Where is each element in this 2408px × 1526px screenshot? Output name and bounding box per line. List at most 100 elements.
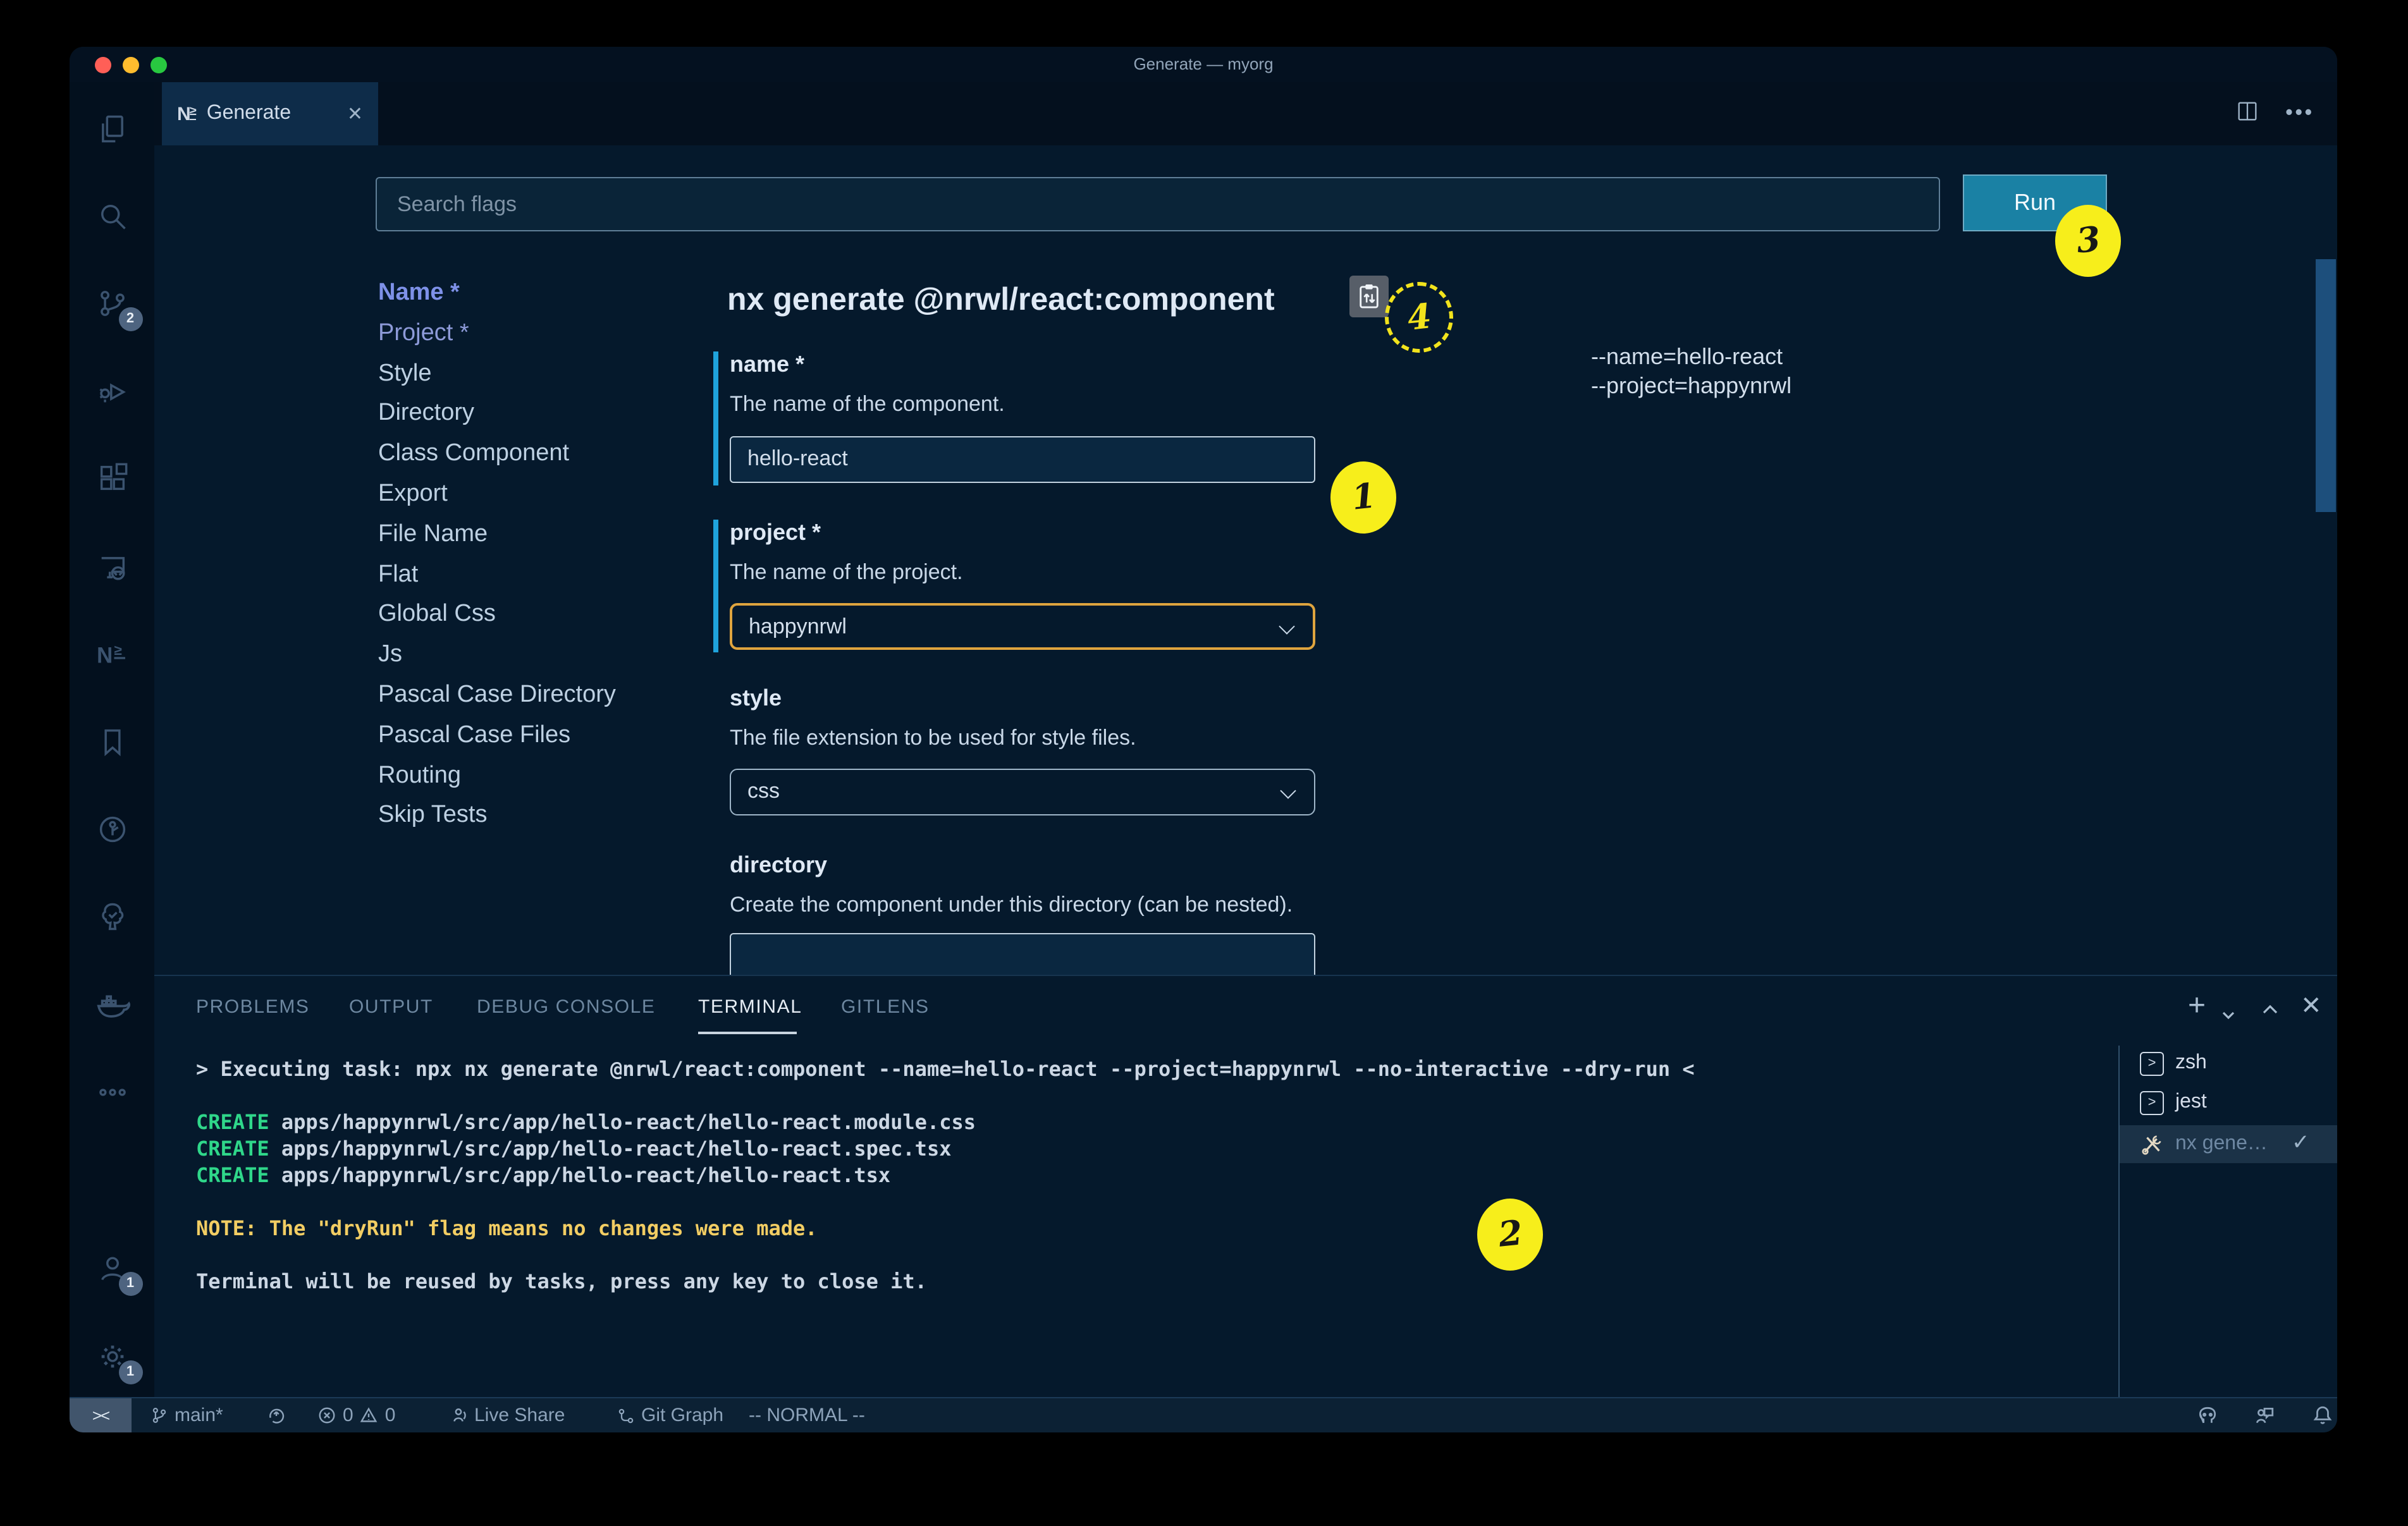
- project-label: project *: [730, 520, 1318, 546]
- git-branch-item[interactable]: main*: [150, 1398, 223, 1432]
- field-list-item[interactable]: Export: [378, 480, 616, 521]
- nx-tab-icon: N≥: [177, 103, 197, 125]
- field-list-item[interactable]: Directory: [378, 400, 616, 441]
- tab-gitlens[interactable]: GITLENS: [841, 996, 930, 1018]
- tab-close-icon[interactable]: ✕: [347, 102, 363, 125]
- command-flags-preview: --name=hello-react--project=happynrwl: [1591, 343, 1791, 401]
- annotation-3: 3: [2055, 205, 2121, 277]
- required-bar-name: [713, 351, 718, 485]
- search-flags-input[interactable]: [376, 177, 1940, 231]
- vim-mode-indicator: -- NORMAL --: [749, 1398, 865, 1432]
- field-list-item[interactable]: Routing: [378, 762, 616, 802]
- field-list-item[interactable]: Class Component: [378, 440, 616, 480]
- project-select[interactable]: happynrwl: [730, 603, 1315, 650]
- tools-icon: [2140, 1132, 2164, 1156]
- terminal-output: > Executing task: npx nx generate @nrwl/…: [196, 1056, 1695, 1295]
- field-directory: directory Create the component under thi…: [730, 852, 1318, 879]
- tab-label: Generate: [207, 102, 291, 125]
- tab-problems[interactable]: PROBLEMS: [196, 996, 310, 1018]
- octoface-icon[interactable]: [2197, 1398, 2218, 1432]
- live-share-icon: [449, 1406, 468, 1425]
- warnings-icon: [360, 1406, 379, 1425]
- tab-terminal[interactable]: TERMINAL: [698, 996, 802, 1018]
- live-share-item[interactable]: Live Share: [449, 1398, 565, 1432]
- source-control-icon[interactable]: 2: [90, 282, 133, 325]
- field-name: name * The name of the component. hello-…: [730, 351, 1318, 378]
- field-list-item[interactable]: Global Css: [378, 601, 616, 642]
- editor-scrollbar[interactable]: [2316, 259, 2336, 512]
- problems-item[interactable]: 0 0: [317, 1398, 395, 1432]
- field-list: Name * Project * Style Directory Class C…: [378, 279, 616, 842]
- notifications-bell-icon[interactable]: [2312, 1398, 2333, 1432]
- remote-explorer-icon[interactable]: [90, 546, 133, 589]
- field-list-item[interactable]: Pascal Case Files: [378, 722, 616, 762]
- docker-icon[interactable]: [90, 982, 133, 1025]
- directory-input[interactable]: [730, 933, 1315, 975]
- required-bar-project: [713, 520, 718, 652]
- annotation-4: 4: [1385, 282, 1453, 353]
- terminal-tab-underline: [698, 1032, 797, 1034]
- remote-indicator[interactable]: ><: [70, 1398, 132, 1432]
- style-desc: The file extension to be used for style …: [730, 726, 1136, 751]
- accounts-badge: 1: [118, 1272, 142, 1296]
- git-graph-icon: [617, 1407, 635, 1424]
- sync-icon[interactable]: [267, 1398, 286, 1432]
- tab-debug-console[interactable]: DEBUG CONSOLE: [477, 996, 656, 1018]
- field-list-item[interactable]: Skip Tests: [378, 802, 616, 843]
- copy-command-button[interactable]: [1349, 276, 1389, 317]
- extensions-icon[interactable]: [90, 456, 133, 499]
- name-label: name *: [730, 351, 1318, 378]
- terminal-icon: >: [2140, 1090, 2164, 1114]
- close-panel-icon[interactable]: ✕: [2300, 990, 2322, 1022]
- field-list-item[interactable]: Name *: [378, 279, 616, 320]
- feedback-icon[interactable]: [2254, 1398, 2275, 1432]
- style-select[interactable]: css: [730, 769, 1315, 815]
- field-list-item[interactable]: File Name: [378, 521, 616, 561]
- settings-gear-icon[interactable]: 1: [90, 1335, 133, 1378]
- gitlens-icon[interactable]: [90, 808, 133, 851]
- settings-badge: 1: [118, 1360, 142, 1384]
- explorer-icon[interactable]: [90, 107, 133, 150]
- terminal-session-zsh[interactable]: > zsh: [2120, 1044, 2337, 1082]
- testing-icon[interactable]: [90, 895, 133, 938]
- nx-console-icon[interactable]: N≥: [90, 633, 133, 676]
- field-list-item[interactable]: Js: [378, 641, 616, 681]
- search-icon[interactable]: [90, 195, 133, 238]
- style-label: style: [730, 685, 1318, 712]
- chevron-down-icon: [1279, 618, 1294, 634]
- task-success-check-icon: ✓: [2292, 1130, 2310, 1156]
- editor-more-actions-icon[interactable]: •••: [2285, 102, 2314, 125]
- field-list-item[interactable]: Pascal Case Directory: [378, 681, 616, 722]
- more-views-icon[interactable]: [90, 1071, 133, 1114]
- maximize-panel-icon[interactable]: [2260, 995, 2280, 1028]
- svg-text:N: N: [96, 644, 112, 668]
- name-desc: The name of the component.: [730, 392, 1005, 417]
- field-list-item[interactable]: Project *: [378, 320, 616, 360]
- git-branch-icon: [150, 1406, 168, 1425]
- accounts-icon[interactable]: 1: [90, 1247, 133, 1290]
- activity-bar: 2 N≥: [70, 82, 154, 1397]
- tab-output[interactable]: OUTPUT: [349, 996, 433, 1018]
- tab-generate[interactable]: N≥ Generate ✕: [162, 82, 378, 145]
- terminal-icon: >: [2140, 1051, 2164, 1075]
- titlebar: Generate — myorg: [70, 47, 2337, 82]
- generate-editor: Run Name * Project * Style Directory Cla…: [154, 145, 2337, 975]
- field-list-item[interactable]: Flat: [378, 561, 616, 601]
- bookmarks-icon[interactable]: [90, 721, 133, 764]
- field-style: style The file extension to be used for …: [730, 685, 1318, 712]
- screen: Generate — myorg 2: [0, 0, 2408, 1526]
- split-editor-icon[interactable]: [2235, 98, 2260, 130]
- git-graph-item[interactable]: Git Graph: [617, 1398, 723, 1432]
- vscode-window: Generate — myorg 2: [70, 47, 2337, 1432]
- field-project: project * The name of the project. happy…: [730, 520, 1318, 546]
- run-debug-icon[interactable]: [90, 369, 133, 412]
- field-list-item[interactable]: Style: [378, 360, 616, 400]
- status-bar: >< main* 0 0 Live Share Git Graph: [70, 1397, 2337, 1432]
- name-input[interactable]: hello-react: [730, 436, 1315, 483]
- new-terminal-icon[interactable]: +: [2188, 989, 2206, 1024]
- directory-label: directory: [730, 852, 1318, 879]
- project-desc: The name of the project.: [730, 560, 963, 585]
- terminal-session-jest[interactable]: > jest: [2120, 1083, 2337, 1121]
- terminal-dropdown-icon[interactable]: [2220, 999, 2237, 1032]
- svg-text:≥: ≥: [114, 642, 121, 658]
